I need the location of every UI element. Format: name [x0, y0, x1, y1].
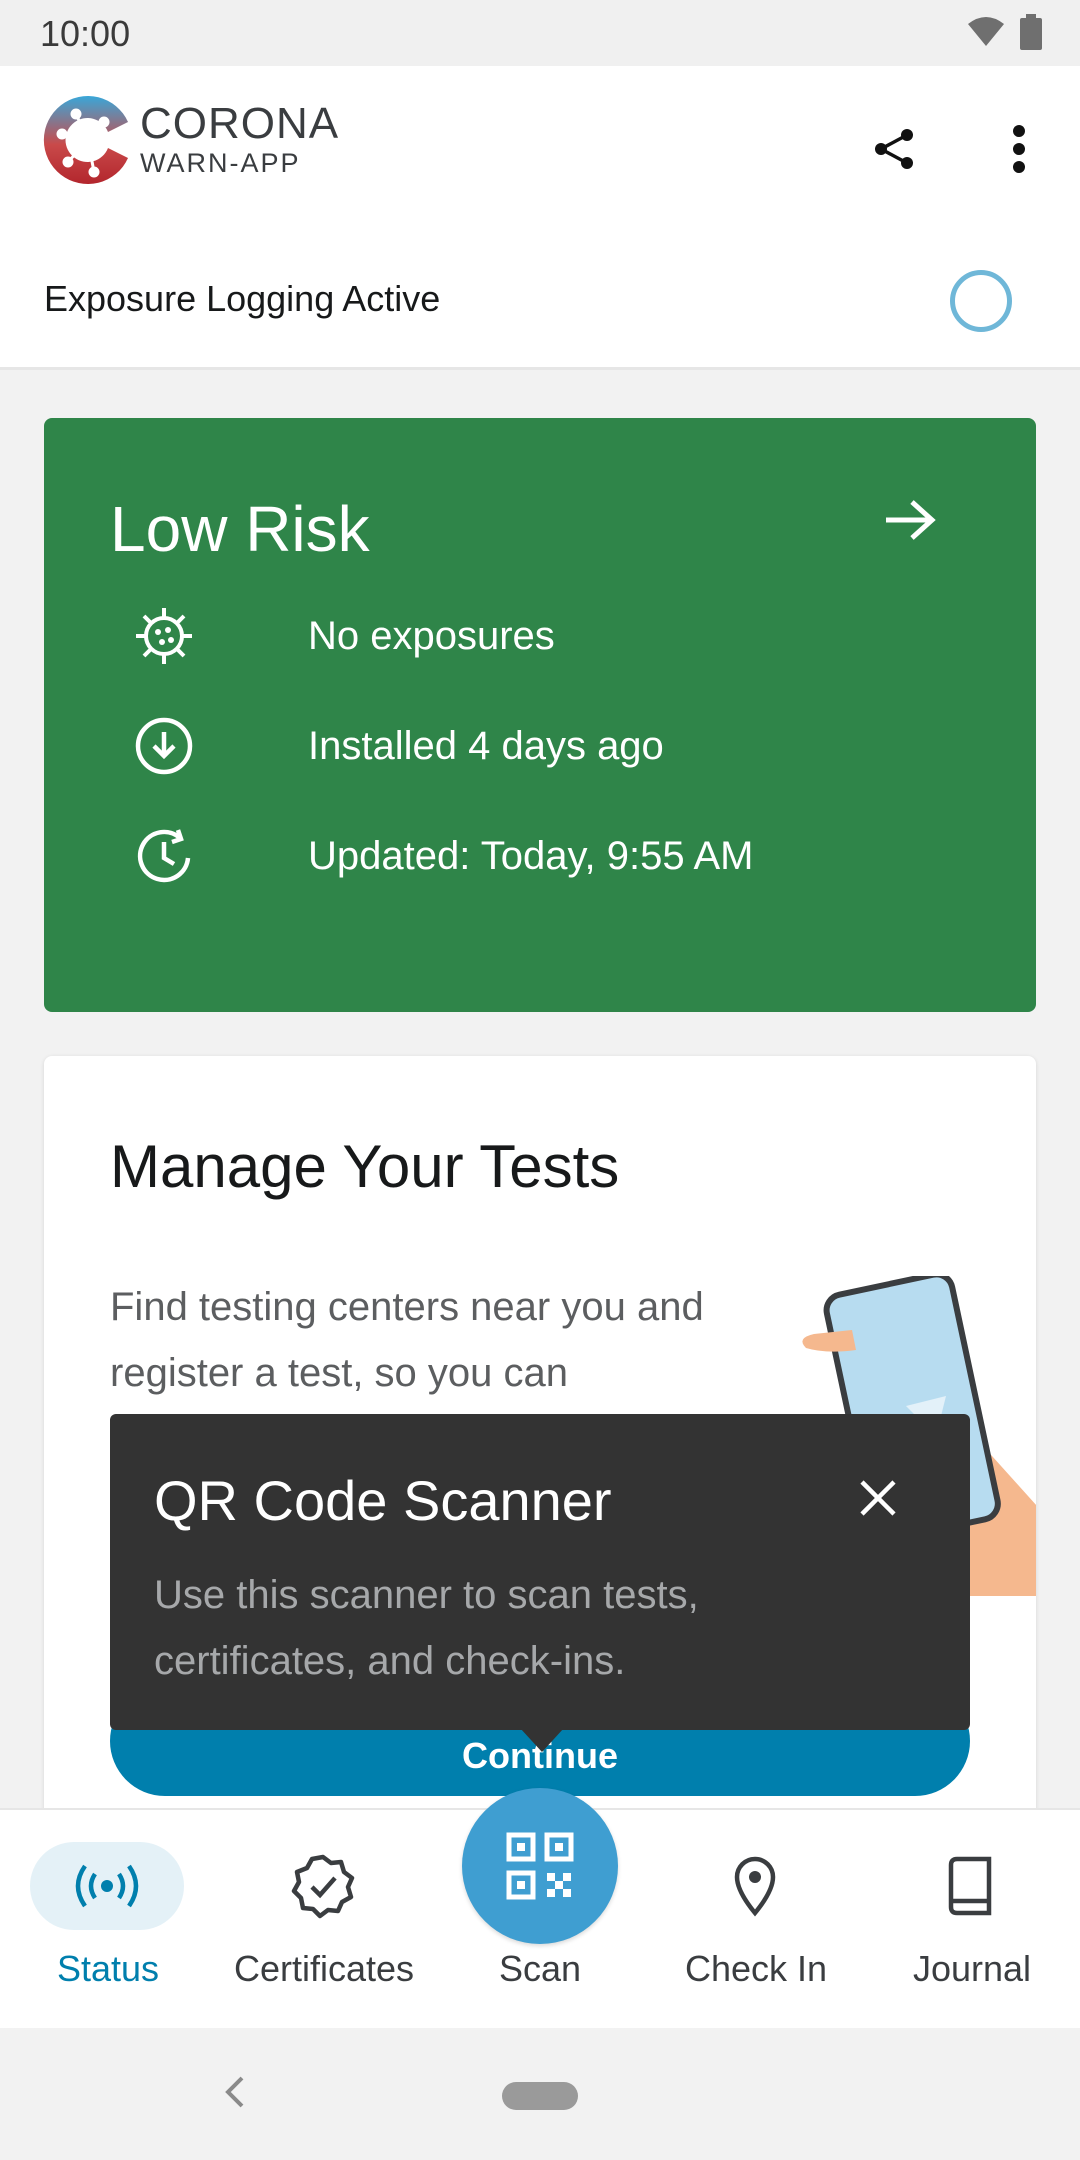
close-icon [860, 1480, 896, 1516]
ring-icon [950, 270, 1012, 332]
home-pill[interactable] [502, 2082, 578, 2110]
more-vert-icon [1013, 125, 1025, 173]
risk-row-text: Installed 4 days ago [308, 724, 664, 768]
nav-item-journal[interactable]: Journal [864, 1810, 1080, 2030]
battery-icon [1020, 14, 1042, 50]
clock-icon [137, 829, 191, 883]
location-pin-icon [734, 1856, 776, 1917]
exposure-logging-row[interactable]: Exposure Logging Active [0, 240, 1080, 370]
nav-label: Journal [912, 1948, 1032, 1989]
risk-card[interactable]: Low Risk No exposures Installed 4 days a… [44, 418, 1036, 1012]
status-icons [966, 14, 1042, 50]
nav-label: Status [56, 1948, 160, 1989]
back-icon[interactable] [220, 2072, 250, 2112]
risk-row-updated: Updated: Today, 9:55 AM [132, 818, 992, 898]
risk-row-installed: Installed 4 days ago [132, 708, 992, 788]
wifi-icon [968, 17, 1004, 46]
badge-check-icon [291, 1854, 355, 1919]
nav-item-certificates[interactable]: Certificates [216, 1810, 432, 2030]
nav-active-indicator [30, 1842, 184, 1930]
tests-title: Manage Your Tests [110, 1133, 620, 1200]
risk-row-text: Updated: Today, 9:55 AM [308, 834, 754, 878]
tooltip-close-button[interactable] [846, 1466, 910, 1530]
share-icon [875, 129, 913, 169]
nav-label: Scan [498, 1948, 582, 1989]
nav-icon-holder [678, 1842, 832, 1930]
status-bar: 10:00 [0, 0, 1080, 66]
nav-item-status[interactable]: Status [0, 1810, 216, 2030]
share-button[interactable] [862, 116, 928, 182]
corona-warn-app-logo [43, 96, 128, 184]
nav-item-check-in[interactable]: Check In [648, 1810, 864, 2030]
tooltip-body: Use this scanner to scan tests, certific… [154, 1573, 699, 1683]
system-navigation-bar [0, 2028, 1080, 2160]
qr-scanner-tooltip: QR Code Scanner Use this scanner to scan… [110, 1414, 970, 1752]
nav-label: Check In [684, 1948, 828, 1989]
broadcast-icon [75, 1864, 139, 1908]
more-options-button[interactable] [986, 116, 1052, 182]
bottom-navigation: Status Certificates Scan Check In Journa… [0, 1788, 1080, 2030]
virus-icon [136, 608, 192, 664]
nav-label: Certificates [233, 1948, 415, 1989]
risk-title: Low Risk [110, 493, 370, 565]
book-icon [948, 1856, 992, 1916]
tooltip-title: QR Code Scanner [154, 1469, 612, 1532]
tooltip-pointer [520, 1728, 564, 1752]
status-time: 10:00 [40, 13, 131, 54]
brand-name: CORONA WARN-APP [140, 99, 340, 179]
scan-button[interactable] [462, 1788, 618, 1944]
qr-code-icon [506, 1832, 574, 1900]
nav-icon-holder [246, 1842, 400, 1930]
arrow-right-icon [886, 500, 936, 540]
download-icon [135, 717, 193, 775]
app-bar: CORONA WARN-APP [0, 66, 1080, 240]
nav-icon-holder [894, 1842, 1048, 1930]
brand-line1: CORONA [140, 99, 340, 148]
brand-line2: WARN-APP [140, 148, 301, 178]
risk-row-exposures: No exposures [132, 598, 992, 678]
exposure-logging-label: Exposure Logging Active [44, 278, 441, 319]
tests-description: Find testing centers near you and regist… [110, 1285, 704, 1395]
risk-row-text: No exposures [308, 614, 555, 658]
